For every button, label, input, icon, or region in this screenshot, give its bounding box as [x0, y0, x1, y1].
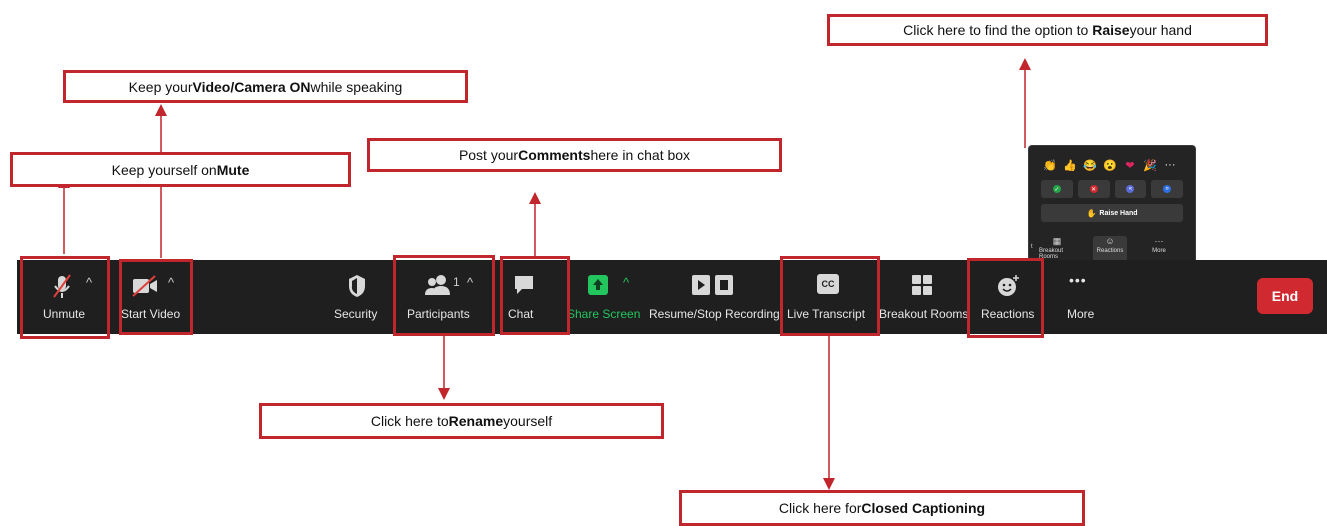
highlight-chat: [500, 256, 570, 335]
callout-text: Click here for: [778, 500, 862, 516]
mini-label: Breakout Rooms: [1039, 248, 1064, 260]
rewind-icon: «: [1126, 185, 1135, 193]
callout-bold: Rename: [448, 413, 504, 429]
thumbs-up-emoji-icon[interactable]: 👍: [1063, 159, 1077, 172]
callout-text: Keep yourself on: [111, 161, 217, 178]
mini-label: Reactions: [1096, 248, 1124, 254]
end-meeting-button[interactable]: End: [1257, 278, 1313, 314]
more-emoji-icon[interactable]: ···: [1163, 159, 1177, 171]
callout-bold: Closed Captioning: [861, 500, 986, 516]
speed-up-button[interactable]: »: [1151, 180, 1183, 198]
more-dots-icon: •••: [1069, 272, 1087, 288]
check-icon: ✓: [1052, 185, 1061, 193]
heart-emoji-icon[interactable]: ❤: [1123, 159, 1137, 172]
callout-text: while speaking: [310, 78, 403, 95]
callout-bold: Raise: [1092, 22, 1130, 38]
mini-reactions[interactable]: ☺ Reactions: [1093, 236, 1127, 262]
hand-icon: ✋: [1086, 208, 1097, 218]
breakout-grid-icon: [912, 275, 932, 295]
recording-label: Resume/Stop Recording: [649, 307, 780, 321]
callout-comments: Post your Comments here in chat box: [367, 138, 782, 172]
share-screen-label: Share Screen: [567, 307, 641, 321]
security-button[interactable]: Security: [329, 260, 385, 334]
no-button[interactable]: ✕: [1077, 180, 1110, 198]
fast-forward-icon: »: [1163, 185, 1172, 193]
highlight-start-video: [119, 259, 193, 335]
recording-button[interactable]: Resume/Stop Recording: [649, 260, 780, 334]
callout-mute: Keep yourself on Mute: [10, 152, 351, 187]
mini-partial-label: t: [1031, 244, 1033, 250]
clap-emoji-icon[interactable]: 👏: [1043, 159, 1057, 172]
callout-text: your hand: [1129, 22, 1192, 38]
callout-raise-hand: Click here to find the option to Raise y…: [827, 14, 1268, 46]
nonverbal-feedback-row: ✓ ✕ « »: [1041, 180, 1183, 198]
callout-text: yourself: [503, 413, 553, 429]
highlight-reactions: [967, 258, 1044, 338]
smile-plus-icon: ☺: [1105, 236, 1115, 246]
breakout-rooms-label: Breakout Rooms: [879, 307, 969, 321]
share-caret-icon[interactable]: ^: [623, 275, 629, 290]
highlight-live-transcript: [780, 256, 880, 336]
laugh-emoji-icon[interactable]: 😂: [1083, 159, 1097, 172]
slow-down-button[interactable]: «: [1114, 180, 1147, 198]
callout-text: Keep your: [128, 78, 193, 95]
security-label: Security: [334, 307, 378, 321]
callout-rename: Click here to Rename yourself: [259, 403, 664, 439]
grid-icon: ▦: [1052, 236, 1062, 246]
shield-icon: [349, 275, 365, 297]
callout-bold: Mute: [216, 161, 250, 178]
callout-video: Keep your Video/Camera ON while speaking: [63, 70, 468, 103]
callout-text: Post your: [458, 147, 519, 163]
raise-hand-label: Raise Hand: [1099, 209, 1138, 217]
pause-stop-recording-icon: [692, 275, 733, 295]
raise-hand-button[interactable]: ✋ Raise Hand: [1041, 204, 1183, 222]
reactions-popup: 👏 👍 😂 😮 ❤ 🎉 ··· ✓ ✕ « » ✋ Raise Hand t ▦…: [1028, 145, 1196, 265]
callout-text: Click here to: [370, 413, 449, 429]
mini-breakout-rooms[interactable]: ▦ Breakout Rooms: [1039, 236, 1075, 260]
more-label: More: [1067, 307, 1095, 321]
mini-label: More: [1152, 248, 1166, 254]
breakout-rooms-button[interactable]: Breakout Rooms: [879, 260, 969, 334]
share-screen-icon: [588, 275, 608, 295]
more-button[interactable]: ••• More: [1061, 260, 1101, 334]
meeting-toolbar: ^ Unmute ^ Start Video Security 1 ^ Part…: [17, 260, 1327, 334]
callout-text: here in chat box: [590, 147, 691, 163]
highlight-participants: [393, 255, 495, 336]
mini-more[interactable]: ··· More: [1145, 236, 1173, 254]
more-icon: ···: [1154, 236, 1164, 246]
callout-text: Click here to find the option to: [903, 22, 1089, 38]
mini-label: t: [1031, 244, 1033, 250]
highlight-unmute: [20, 256, 110, 339]
emoji-row: 👏 👍 😂 😮 ❤ 🎉 ···: [1043, 159, 1189, 172]
x-icon: ✕: [1089, 185, 1098, 193]
share-screen-button[interactable]: ^ Share Screen: [563, 260, 643, 334]
yes-button[interactable]: ✓: [1041, 180, 1073, 198]
tada-emoji-icon[interactable]: 🎉: [1143, 159, 1157, 172]
surprised-emoji-icon[interactable]: 😮: [1103, 159, 1117, 172]
callout-bold: Comments: [518, 147, 591, 163]
callout-bold: Video/Camera ON: [192, 78, 311, 95]
